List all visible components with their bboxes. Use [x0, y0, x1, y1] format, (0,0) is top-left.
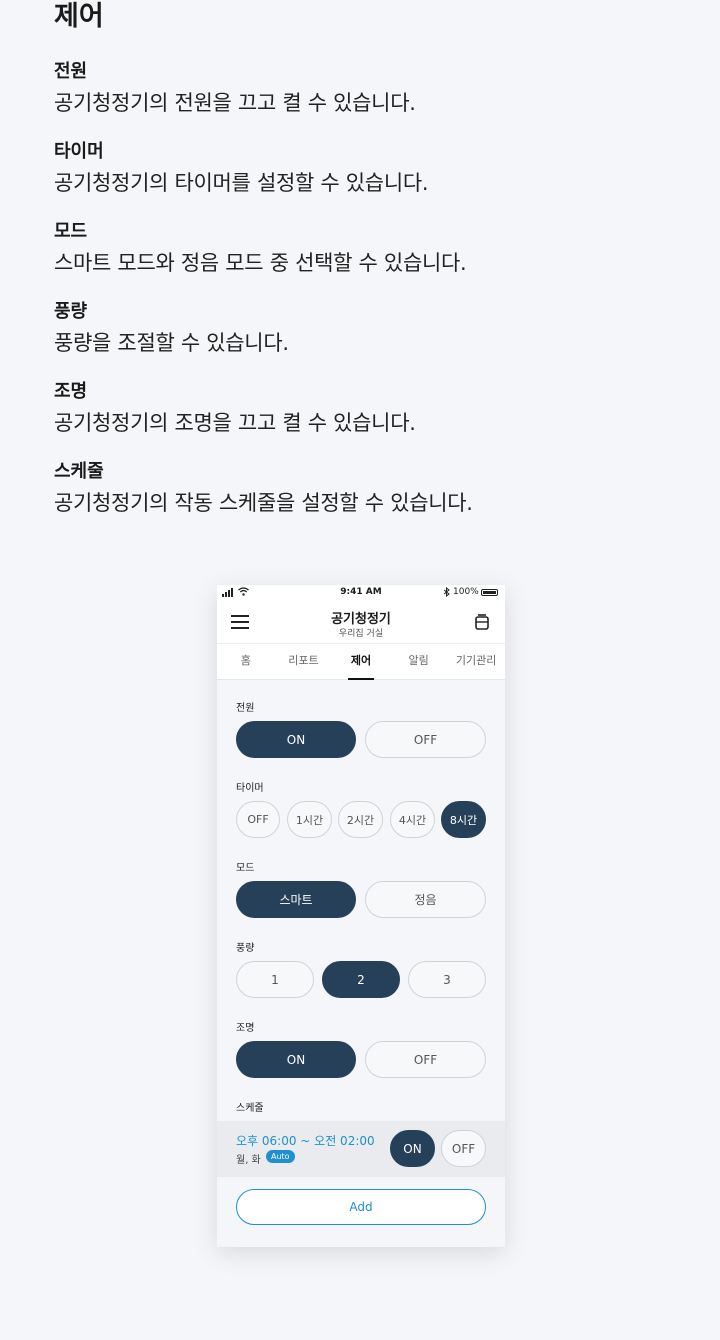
doc-section-timer: 타이머 공기청정기의 타이머를 설정할 수 있습니다. [54, 140, 694, 220]
mode-label: 모드 [236, 863, 255, 874]
fan-2-button[interactable]: 2 [322, 961, 400, 998]
timer-8h-button[interactable]: 8시간 [441, 801, 486, 838]
section-heading: 타이머 [54, 141, 104, 162]
timer-4h-button[interactable]: 4시간 [390, 801, 435, 838]
power-off-button[interactable]: OFF [365, 721, 486, 758]
fan-label: 풍량 [236, 943, 255, 954]
section-heading: 전원 [54, 61, 88, 82]
section-heading: 모드 [54, 221, 88, 242]
control-panel: 전원 ON OFF 타이머 OFF 1시간 2시간 4시간 8시간 모드 스마트… [217, 585, 505, 1247]
schedule-on-button[interactable]: ON [390, 1130, 435, 1167]
schedule-item[interactable]: 오후 06:00 ~ 오전 02:00 월, 화 Auto ON OFF [217, 1121, 505, 1177]
section-desc: 스마트 모드와 정음 모드 중 선택할 수 있습니다. [54, 251, 467, 275]
section-desc: 풍량을 조절할 수 있습니다. [54, 331, 289, 355]
fan-3-button[interactable]: 3 [408, 961, 486, 998]
schedule-off-button[interactable]: OFF [441, 1130, 486, 1167]
doc-title: 제어 [54, 1, 104, 32]
doc-sections: 전원 공기청정기의 전원을 끄고 켤 수 있습니다. 타이머 공기청정기의 타이… [54, 60, 694, 540]
doc-section-light: 조명 공기청정기의 조명을 끄고 켤 수 있습니다. [54, 380, 694, 460]
power-on-button[interactable]: ON [236, 721, 356, 758]
add-schedule-button[interactable]: Add [236, 1189, 486, 1225]
timer-2h-button[interactable]: 2시간 [338, 801, 383, 838]
mode-quiet-button[interactable]: 정음 [365, 881, 486, 918]
section-desc: 공기청정기의 전원을 끄고 켤 수 있습니다. [54, 91, 416, 115]
fan-1-button[interactable]: 1 [236, 961, 314, 998]
section-desc: 공기청정기의 작동 스케줄을 설정할 수 있습니다. [54, 491, 473, 515]
timer-1h-button[interactable]: 1시간 [287, 801, 332, 838]
phone-mockup: 9:41 AM 100% 공기청정기 우리집 거실 홈 리포트 제어 알림 기기… [217, 585, 505, 1247]
section-heading: 스케줄 [54, 461, 104, 482]
section-heading: 풍량 [54, 301, 88, 322]
doc-section-mode: 모드 스마트 모드와 정음 모드 중 선택할 수 있습니다. [54, 220, 694, 300]
doc-section-fan: 풍량 풍량을 조절할 수 있습니다. [54, 300, 694, 380]
doc: 제어 전원 공기청정기의 전원을 끄고 켤 수 있습니다. 타이머 공기청정기의… [54, 0, 694, 540]
auto-badge: Auto [266, 1150, 295, 1163]
page: 제어 전원 공기청정기의 전원을 끄고 켤 수 있습니다. 타이머 공기청정기의… [0, 0, 720, 1340]
light-on-button[interactable]: ON [236, 1041, 356, 1078]
schedule-days: 월, 화 [236, 1155, 261, 1166]
power-label: 전원 [236, 703, 255, 714]
section-desc: 공기청정기의 조명을 끄고 켤 수 있습니다. [54, 411, 416, 435]
light-label: 조명 [236, 1023, 255, 1034]
section-desc: 공기청정기의 타이머를 설정할 수 있습니다. [54, 171, 429, 195]
section-heading: 조명 [54, 381, 88, 402]
timer-label: 타이머 [236, 783, 264, 794]
schedule-label: 스케줄 [236, 1103, 264, 1114]
doc-section-schedule: 스케줄 공기청정기의 작동 스케줄을 설정할 수 있습니다. [54, 460, 694, 540]
timer-off-button[interactable]: OFF [236, 801, 280, 838]
mode-smart-button[interactable]: 스마트 [236, 881, 356, 918]
schedule-time: 오후 06:00 ~ 오전 02:00 [236, 1134, 375, 1148]
light-off-button[interactable]: OFF [365, 1041, 486, 1078]
doc-section-power: 전원 공기청정기의 전원을 끄고 켤 수 있습니다. [54, 60, 694, 140]
